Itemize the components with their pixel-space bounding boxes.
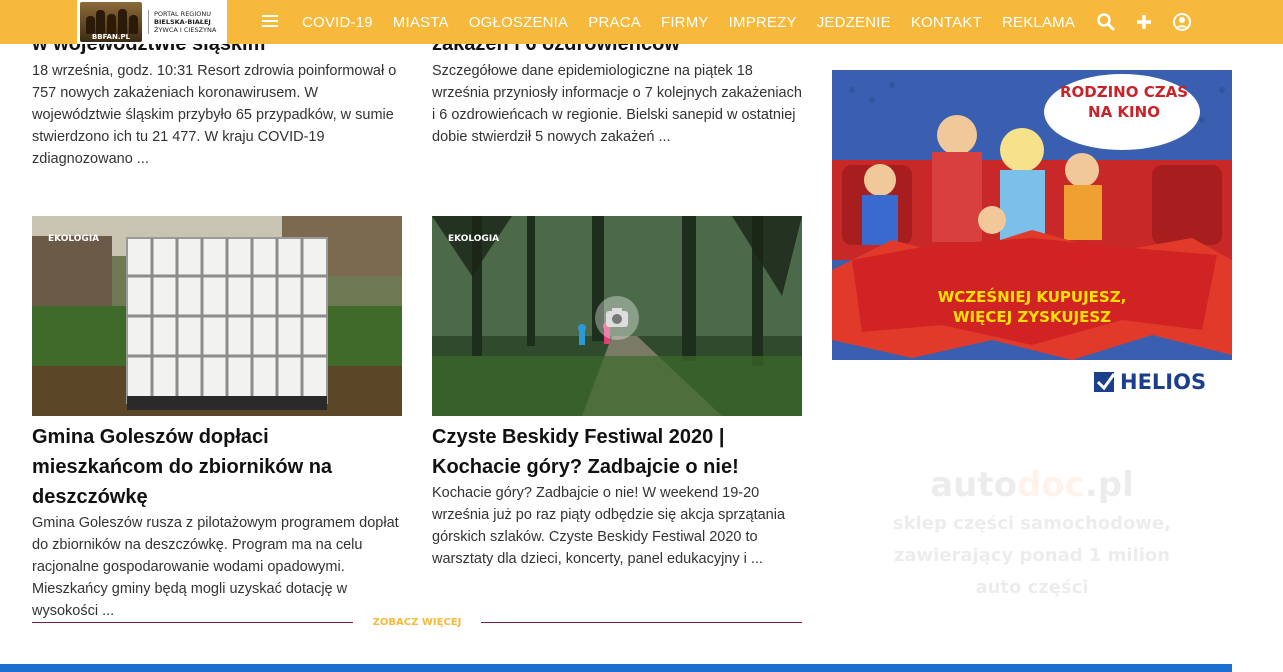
logo-word: BBFAN.PL [91, 33, 131, 41]
site-logo[interactable]: BBFAN.PL PORTAL REGIONU BIELSKA-BIAŁEJ Ż… [77, 0, 227, 44]
article-headline[interactable]: Czyste Beskidy Festiwal 2020 | Kochacie … [432, 422, 802, 482]
user-icon[interactable] [1172, 12, 1192, 32]
see-more-link[interactable]: ZOBACZ WIĘCEJ [373, 617, 462, 628]
article-card: 18 września, godz. 10:31 Resort zdrowia … [32, 60, 402, 170]
hamburger-menu-icon[interactable] [262, 12, 278, 32]
article-excerpt: Szczegółowe dane epidemiologiczne na pią… [432, 63, 802, 145]
nav-tools [1096, 12, 1210, 32]
ad-slogan-line-1: WCZEŚNIEJ KUPUJESZ, [937, 288, 1127, 306]
nav-item-reklama[interactable]: REKLAMA [1002, 14, 1075, 31]
logo-line-2: BIELSKA-BIAŁEJ [154, 18, 211, 26]
article-excerpt: 18 września, godz. 10:31 Resort zdrowia … [32, 63, 397, 167]
ad-bubble-text: RODZINO CZAS NA KINO [1059, 83, 1189, 121]
search-icon[interactable] [1096, 12, 1116, 32]
plus-icon[interactable] [1134, 12, 1154, 32]
main-nav: COVID-19 MIASTA OGŁOSZENIA PRACA FIRMY I… [292, 0, 1085, 44]
article-excerpt: Gmina Goleszów rusza z pilotażowym progr… [32, 515, 399, 619]
nav-item-miasta[interactable]: MIASTA [393, 14, 449, 31]
nav-item-praca[interactable]: PRACA [588, 14, 641, 31]
article-excerpt: Kochacie góry? Zadbajcie o nie! W weeken… [432, 485, 786, 567]
article-headline[interactable]: Gmina Goleszów dopłaci mieszkańcom do zb… [32, 422, 402, 512]
helios-ad-banner[interactable]: RODZINO CZAS NA KINO WCZEŚNIEJ KUPUJESZ,… [832, 70, 1232, 403]
article-card: EKOLOGIA Czyste Beskidy Festiwal 2020 | … [432, 216, 802, 570]
autodoc-brand-c: .pl [1084, 465, 1134, 505]
nav-item-kontakt[interactable]: KONTAKT [911, 14, 982, 31]
autodoc-brand-a: auto [930, 465, 1017, 505]
autodoc-line-3: auto części [975, 577, 1089, 598]
logo-line-1: PORTAL REGIONU [154, 10, 211, 18]
autodoc-brand-b: doc [1016, 465, 1085, 505]
article-thumbnail[interactable]: EKOLOGIA [432, 216, 802, 416]
water-tank-image [32, 216, 402, 416]
article-card: EKOLOGIA Gmina Goleszów dopłaci mieszkań… [32, 216, 402, 622]
divider-line [32, 621, 353, 623]
nav-item-firmy[interactable]: FIRMY [661, 14, 709, 31]
camera-icon [595, 296, 639, 340]
article-card: Szczegółowe dane epidemiologiczne na pią… [432, 60, 802, 148]
autodoc-line-2: zawierający ponad 1 milion [893, 545, 1171, 566]
logo-tagline: PORTAL REGIONU BIELSKA-BIAŁEJ ŻYWCA I CI… [148, 10, 216, 34]
article-thumbnail[interactable]: EKOLOGIA [32, 216, 402, 416]
nav-item-jedzenie[interactable]: JEDZENIE [817, 14, 891, 31]
category-tag[interactable]: EKOLOGIA [448, 234, 499, 244]
nav-item-imprezy[interactable]: IMPREZY [729, 14, 797, 31]
autodoc-line-1: sklep części samochodowe, [892, 513, 1172, 534]
ad-slogan-line-2: WIĘCEJ ZYSKUJESZ [952, 308, 1112, 326]
autodoc-ad[interactable]: autodoc.pl sklep części samochodowe, zaw… [832, 465, 1232, 601]
logo-line-3: ŻYWCA I CIESZYNA [154, 26, 217, 34]
category-tag[interactable]: EKOLOGIA [48, 234, 99, 244]
ad-brand: HELIOS [1120, 370, 1207, 394]
divider-line [481, 621, 803, 623]
see-more-divider: ZOBACZ WIĘCEJ [32, 612, 803, 632]
top-navbar: BBFAN.PL PORTAL REGIONU BIELSKA-BIAŁEJ Ż… [0, 0, 1283, 44]
logo-mark: BBFAN.PL [80, 2, 142, 42]
nav-item-ogloszenia[interactable]: OGŁOSZENIA [469, 14, 569, 31]
nav-item-covid[interactable]: COVID-19 [302, 14, 373, 31]
autodoc-brand: autodoc.pl [832, 465, 1232, 505]
footer-strip [0, 664, 1232, 672]
